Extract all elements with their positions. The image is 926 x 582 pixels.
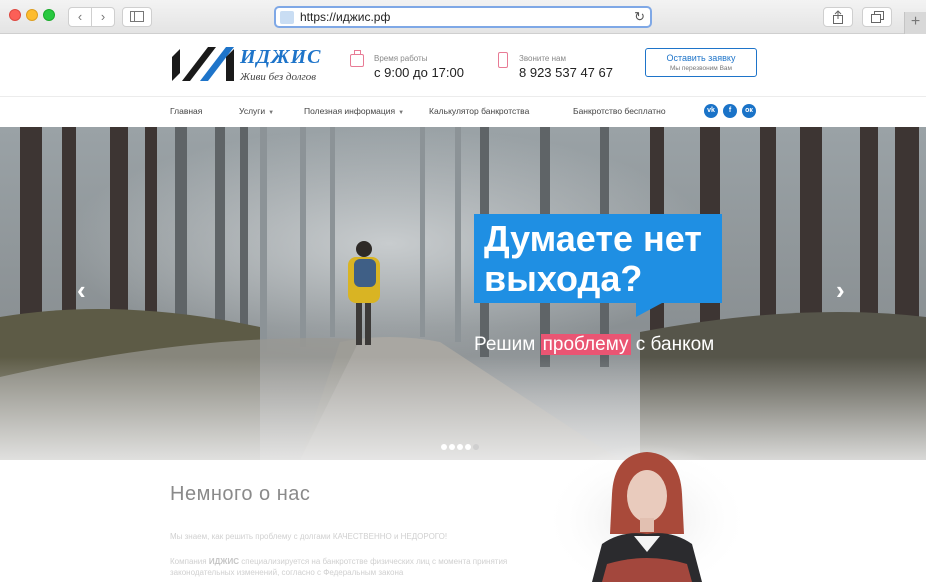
hours-label: Время работы — [374, 54, 428, 63]
phone-icon — [498, 52, 508, 68]
facebook-icon[interactable]: f — [723, 104, 737, 118]
logo-name[interactable]: ИДЖИС — [240, 46, 321, 69]
hero-subtitle-after: с банком — [630, 334, 715, 355]
nav-item-home[interactable]: Главная — [170, 106, 202, 116]
logo-icon[interactable] — [170, 43, 236, 83]
hero-slider: Думаете нет выхода? Решим проблему с бан… — [0, 127, 926, 460]
main-nav: Главная Услуги ▼ Полезная информация ▼ Кал… — [0, 96, 926, 127]
phone-label: Звоните нам — [519, 54, 566, 63]
back-button[interactable]: ‹ — [68, 7, 92, 27]
phone-number[interactable]: 8 923 537 47 67 — [519, 65, 613, 80]
url-text: https://иджис.рф — [300, 10, 391, 24]
slider-dots — [441, 437, 481, 455]
consultant-portrait — [552, 444, 742, 582]
odnoklassniki-icon[interactable]: ок — [742, 104, 756, 118]
vk-icon[interactable]: vk — [704, 104, 718, 118]
request-call-subtitle: Мы перезвоним Вам — [669, 65, 732, 72]
about-p2-bold: ИДЖИС — [208, 557, 240, 566]
slider-dot[interactable] — [449, 444, 455, 450]
hero-subtitle-highlight: проблему — [540, 334, 631, 355]
nav-item-calculator[interactable]: Калькулятор банкротства — [429, 106, 529, 116]
about-section: Немного о нас Мы знаем, как решить пробл… — [0, 444, 926, 582]
nav-item-services[interactable]: Услуги ▼ — [239, 106, 274, 116]
zoom-window-button[interactable] — [43, 9, 55, 21]
next-slide-icon[interactable]: › — [836, 275, 845, 306]
forward-button[interactable]: › — [91, 7, 115, 27]
nav-item-label: Полезная информация — [304, 106, 396, 116]
caret-down-icon: ▼ — [268, 110, 275, 116]
minimize-window-button[interactable] — [26, 9, 38, 21]
share-icon — [833, 10, 843, 24]
nav-item-free-bankruptcy[interactable]: Банкротство бесплатно — [573, 106, 666, 116]
hours-value: с 9:00 до 17:00 — [374, 65, 464, 80]
tabs-icon — [870, 11, 884, 23]
about-title: Немного о нас — [170, 483, 311, 505]
slider-dot[interactable] — [473, 444, 479, 450]
sidebar-icon — [130, 11, 144, 22]
chevron-left-icon: ‹ — [77, 9, 83, 24]
logo-tagline: Живи без долгов — [240, 71, 317, 83]
slider-dot[interactable] — [441, 444, 447, 450]
about-p2-prefix: Компания — [170, 557, 209, 566]
nav-item-useful-info[interactable]: Полезная информация ▼ — [304, 106, 404, 116]
hero-headline: Думаете нет выхода? — [484, 218, 702, 299]
briefcase-icon — [350, 50, 364, 67]
reload-icon[interactable]: ↻ — [634, 9, 645, 25]
nav-item-label: Калькулятор банкротства — [429, 106, 530, 116]
share-button[interactable] — [823, 7, 853, 27]
slider-dot[interactable] — [457, 444, 463, 450]
browser-toolbar: ‹ › https://иджис.рф ↻ + — [0, 0, 926, 34]
hero-subtitle: Решим проблему с банком — [474, 334, 714, 356]
request-call-title: Оставить заявку — [666, 53, 736, 63]
prev-slide-icon[interactable]: ‹ — [77, 275, 86, 306]
about-paragraph-2: Компания ИДЖИС специализируется на банкр… — [170, 556, 536, 578]
about-paragraph-1: Мы знаем, как решить проблему с долгами … — [170, 532, 448, 541]
show-tabs-button[interactable] — [862, 7, 892, 27]
new-tab-button[interactable]: + — [904, 12, 926, 34]
address-bar[interactable]: https://иджис.рф ↻ — [274, 6, 652, 28]
browser-window: ‹ › https://иджис.рф ↻ + ИДЖИС Живи без … — [0, 0, 926, 582]
caret-down-icon: ▼ — [398, 110, 405, 116]
close-window-button[interactable] — [9, 9, 21, 21]
nav-item-label: Главная — [170, 106, 203, 116]
headline-bubble-tail — [636, 303, 662, 317]
nav-item-label: Услуги — [239, 106, 266, 116]
request-call-button[interactable]: Оставить заявку Мы перезвоним Вам — [645, 48, 757, 77]
site-header: ИДЖИС Живи без долгов Время работы с 9:0… — [0, 35, 926, 95]
slider-dot[interactable] — [465, 444, 471, 450]
chevron-right-icon: › — [100, 9, 106, 24]
hero-subtitle-before: Решим — [474, 334, 541, 355]
nav-item-label: Банкротство бесплатно — [573, 106, 666, 116]
sidebar-button[interactable] — [122, 7, 152, 27]
favicon-icon — [280, 11, 294, 24]
